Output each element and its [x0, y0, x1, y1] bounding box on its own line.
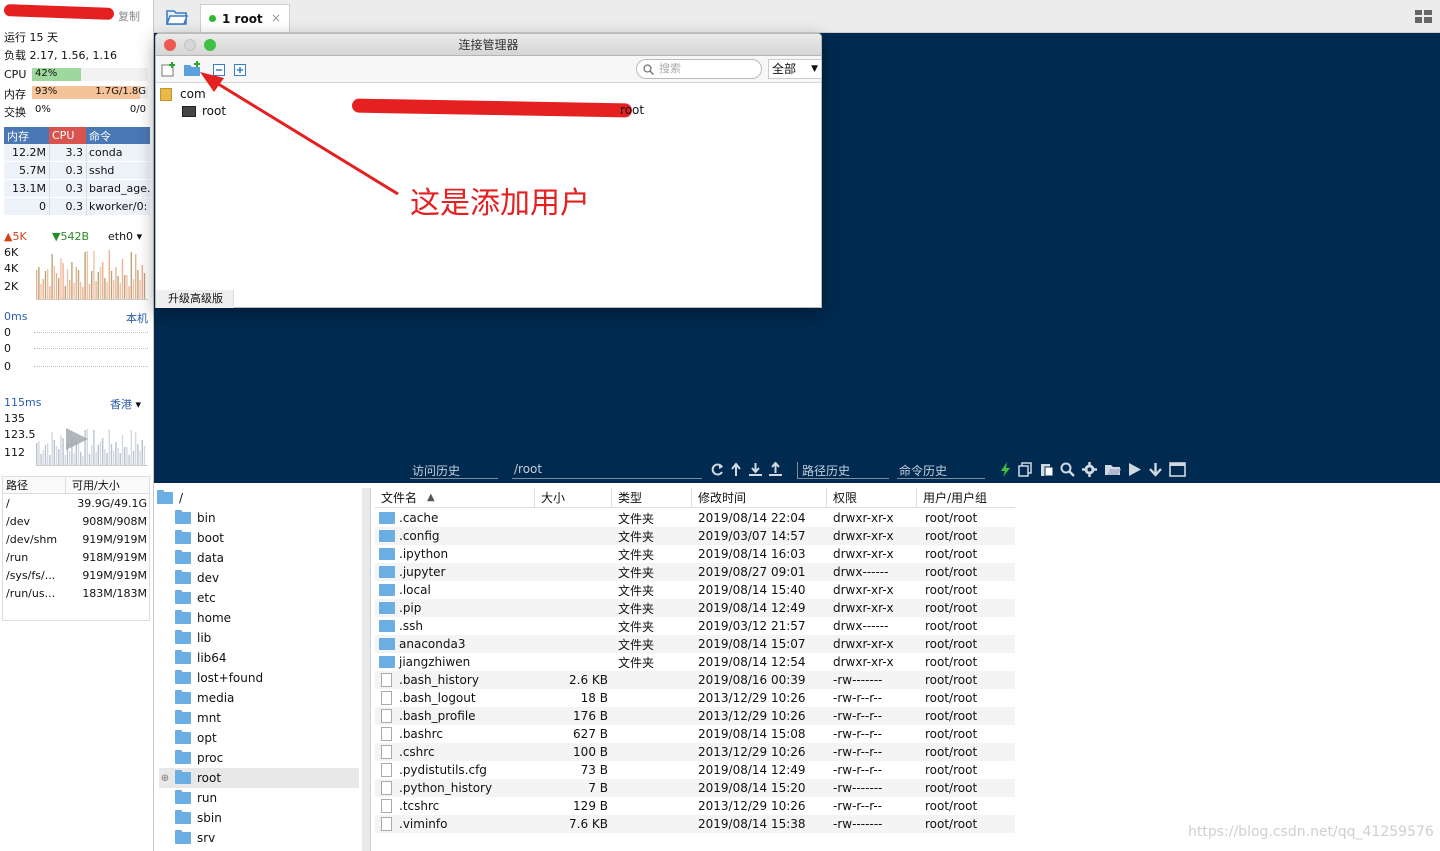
annotation-arrow — [200, 72, 399, 196]
watermark-text: https://blog.csdn.net/qq_41259576 — [1188, 824, 1434, 840]
annotation-text: 这是添加用户 — [410, 186, 590, 221]
app-window: 复制 运行 15 天 负载 2.17, 1.56, 1.16 CPU 42% 内… — [0, 0, 1440, 851]
